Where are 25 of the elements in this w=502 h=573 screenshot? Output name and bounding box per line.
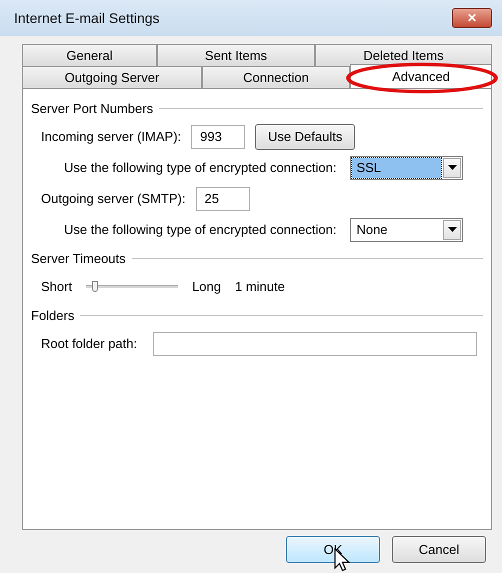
slider-label: Long	[192, 279, 221, 294]
encryption-dropdown[interactable]: SSL	[350, 156, 464, 180]
group-heading: Server Timeouts	[31, 250, 126, 266]
field-label: Root folder path:	[41, 336, 138, 351]
tab[interactable]: Connection	[202, 66, 350, 88]
tab[interactable]: General	[22, 44, 157, 66]
tab[interactable]: Sent Items	[157, 44, 315, 66]
encryption-dropdown[interactable]: None	[350, 218, 464, 242]
slider-thumb[interactable]	[92, 281, 98, 292]
field-label: Outgoing server (SMTP):	[41, 191, 186, 206]
root-folder-field[interactable]	[153, 332, 478, 356]
group-heading: Folders	[31, 308, 74, 322]
timeout-reading: 1 minute	[235, 279, 285, 294]
slider-label: Short	[41, 279, 72, 294]
tab[interactable]: Outgoing Server	[22, 66, 202, 88]
use-defaults-button[interactable]: Use Defaults	[255, 124, 356, 150]
field-label: Incoming server (IMAP):	[41, 129, 182, 144]
port-field[interactable]: 25	[196, 186, 250, 210]
group-heading: Server Port Numbers	[31, 100, 154, 116]
tab[interactable]: Deleted Items	[315, 44, 492, 66]
dialog-button[interactable]: Cancel	[392, 536, 486, 563]
port-field[interactable]: 993	[191, 124, 246, 148]
field-label: Use the following type of encrypted connection:	[64, 160, 336, 175]
window-title: Internet E-mail Settings	[14, 10, 160, 26]
field-label: Use the following type of encrypted connection:	[64, 222, 336, 237]
